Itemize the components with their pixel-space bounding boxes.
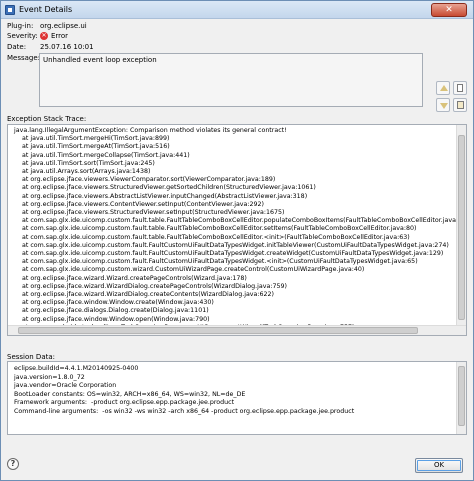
window-title: Event Details (19, 5, 73, 14)
copy-icon (457, 84, 463, 92)
severity-value: Error (51, 32, 69, 40)
session-data-line: eclipse.buildId=4.4.1.M20140925-0400 (14, 365, 139, 372)
session-data-line: Command-line arguments: -os win32 -ws wi… (14, 407, 355, 415)
event-details-window: Event Details ✕ Plug-in: org.eclipse.ui … (0, 0, 474, 481)
error-icon: ✕ (40, 32, 48, 40)
clipboard-icon (457, 101, 464, 109)
close-button[interactable]: ✕ (431, 3, 467, 17)
copy-button[interactable] (453, 81, 467, 95)
session-data-text[interactable]: eclipse.buildId=4.4.1.M20140925-0400 java… (7, 361, 467, 435)
session-data-line: Framework arguments: -product org.eclips… (14, 399, 235, 406)
severity-label: Severity: (7, 32, 38, 40)
session-data-line: java.vendor=Oracle Corporation (14, 382, 117, 389)
stack-trace-hscrollbar[interactable] (8, 325, 466, 335)
plugin-label: Plug-in: (7, 22, 34, 30)
message-label: Message: (7, 54, 41, 62)
date-value: 25.07.16 10:01 (40, 43, 94, 51)
next-event-button[interactable] (436, 98, 450, 112)
session-data-line: java.version=1.8.0_72 (14, 373, 85, 381)
scroll-thumb[interactable] (458, 366, 465, 426)
message-field[interactable]: Unhandled event loop exception (39, 53, 423, 107)
session-data-vscrollbar[interactable] (456, 362, 466, 434)
ok-button[interactable]: OK (415, 458, 463, 473)
window-icon (5, 5, 15, 15)
previous-event-button[interactable] (436, 81, 450, 95)
stack-trace-text[interactable]: java.lang.IllegalArgumentException: Comp… (7, 124, 467, 336)
arrow-up-icon (440, 85, 448, 91)
title-bar[interactable]: Event Details ✕ (1, 1, 473, 19)
stack-trace-label: Exception Stack Trace: (7, 115, 87, 123)
help-icon[interactable]: ? (7, 458, 19, 470)
paste-button[interactable] (453, 98, 467, 112)
message-value: Unhandled event loop exception (43, 56, 157, 64)
session-data-label: Session Data: (7, 353, 56, 361)
arrow-down-icon (440, 103, 448, 109)
plugin-value: org.eclipse.ui (40, 22, 87, 30)
session-data-line: BootLoader constants: OS=win32, ARCH=x86… (14, 390, 246, 398)
stack-trace-vscrollbar[interactable] (456, 125, 466, 335)
scroll-thumb[interactable] (18, 327, 418, 334)
date-label: Date: (7, 43, 27, 51)
scroll-thumb[interactable] (458, 135, 465, 320)
